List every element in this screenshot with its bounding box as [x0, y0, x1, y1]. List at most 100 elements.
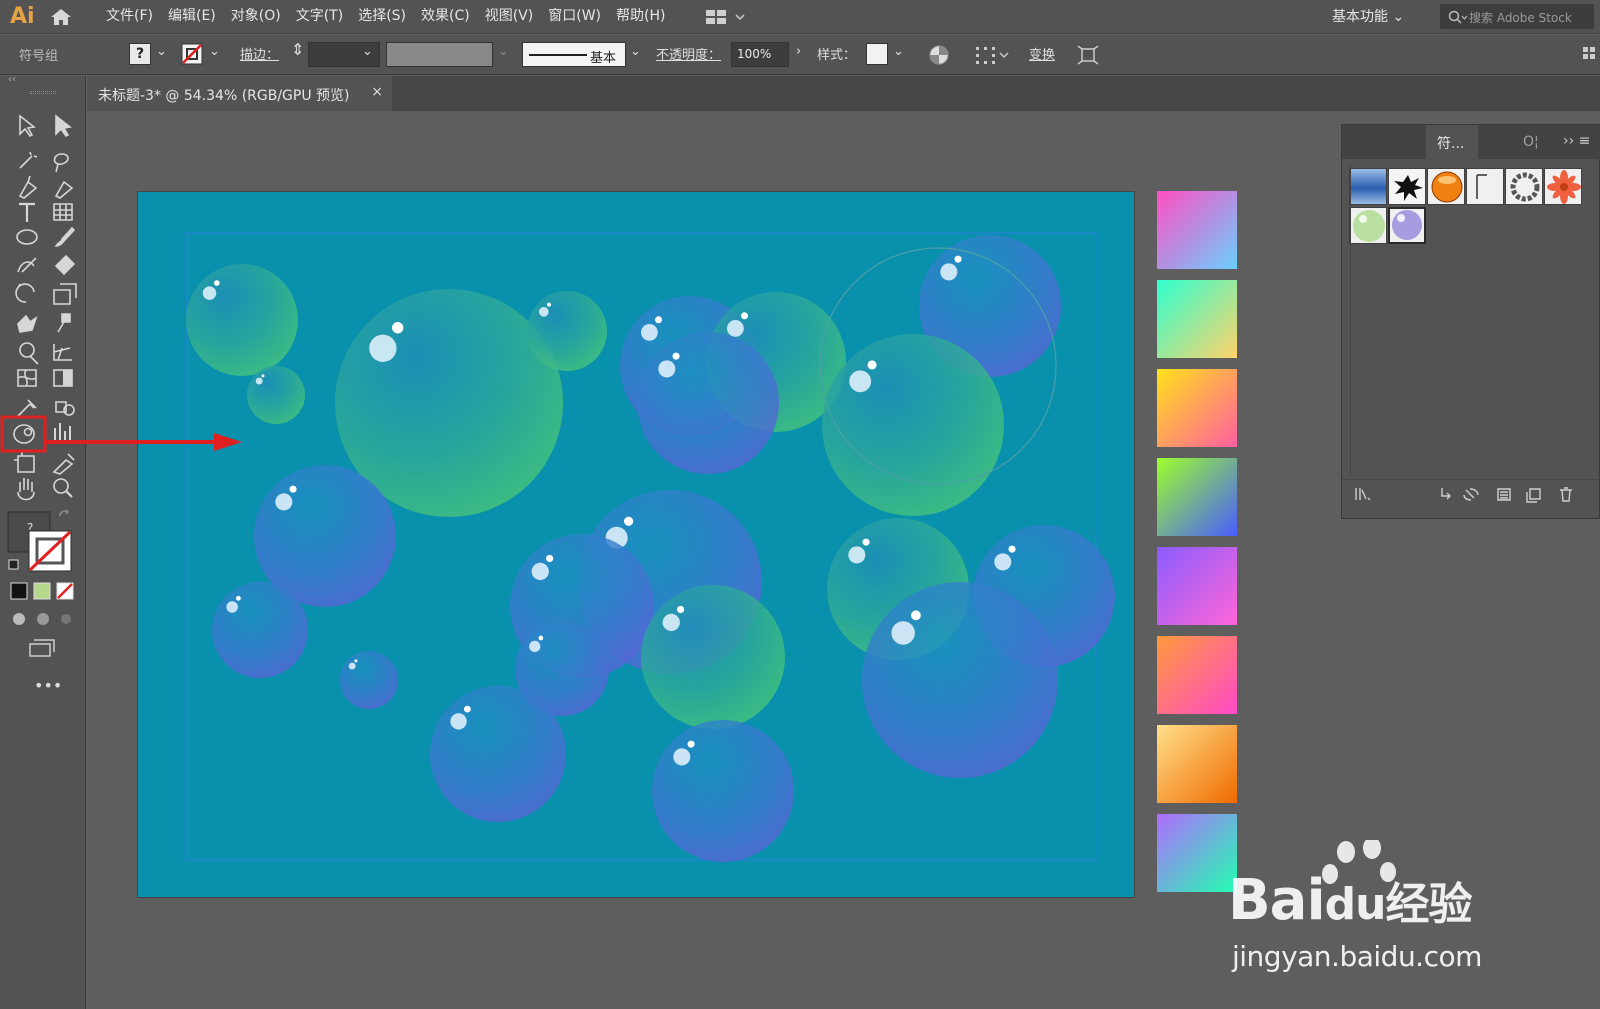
gradient-swatch-3[interactable] [1157, 369, 1237, 447]
symbol-set[interactable] [186, 235, 1115, 862]
menu-view[interactable]: 视图(V) [485, 7, 534, 25]
bubble-symbol-instance[interactable] [186, 264, 298, 376]
chevron-down-icon[interactable]: ⌄ [630, 44, 641, 59]
panel-menu-icon[interactable]: ›› ≡ [1563, 133, 1590, 149]
stroke-stepper-icon[interactable]: ⇕ [291, 40, 304, 59]
bubble-symbol-instance[interactable] [527, 291, 607, 371]
menu-object[interactable]: 对象(O) [231, 7, 281, 25]
warp-tool-icon[interactable] [17, 314, 38, 333]
panel-menu-icon[interactable] [1583, 47, 1597, 63]
bubble-symbol-instance[interactable] [247, 366, 305, 424]
isolate-object-icon[interactable] [1077, 45, 1099, 65]
ellipse-tool-icon[interactable] [16, 229, 38, 245]
puppet-warp-tool-icon[interactable] [57, 313, 71, 333]
gradient-swatch-7[interactable] [1157, 725, 1237, 803]
menu-window[interactable]: 窗口(W) [548, 7, 601, 25]
stroke-none-icon[interactable] [181, 43, 203, 65]
symbol-purple-bubble-selected[interactable] [1388, 207, 1426, 244]
gradient-mode-icon[interactable] [33, 582, 51, 600]
delete-symbol-icon[interactable] [1560, 487, 1572, 502]
new-symbol-icon[interactable] [1526, 488, 1541, 503]
menu-select[interactable]: 选择(S) [358, 7, 406, 25]
hand-tool-icon[interactable] [17, 478, 35, 501]
symbol-green-bubble[interactable] [1349, 207, 1387, 244]
menu-effect[interactable]: 效果(C) [421, 7, 470, 25]
menu-edit[interactable]: 编辑(E) [168, 7, 216, 25]
eyedropper-tool-icon[interactable] [17, 399, 37, 417]
menu-type[interactable]: 文字(T) [296, 7, 343, 25]
eraser-tool-icon[interactable] [54, 254, 76, 276]
recolor-artwork-icon[interactable] [928, 44, 950, 66]
direct-selection-tool-icon[interactable] [55, 114, 72, 138]
scale-tool-icon[interactable] [53, 283, 77, 305]
rotate-tool-icon[interactable] [15, 283, 35, 303]
curvature-tool-icon[interactable] [54, 180, 74, 199]
chevron-right-icon[interactable]: › [796, 44, 801, 59]
symbol-ink-splat[interactable] [1388, 168, 1426, 205]
gradient-swatch-6[interactable] [1157, 636, 1237, 714]
chevron-down-icon[interactable]: ⌄ [893, 44, 904, 59]
document-tab[interactable]: 未标题-3* @ 54.34% (RGB/GPU 预览) × [87, 76, 392, 111]
default-fill-stroke-icon[interactable] [8, 559, 19, 570]
color-mode-icon[interactable] [10, 582, 28, 600]
pen-tool-icon[interactable] [18, 175, 38, 199]
menu-file[interactable]: 文件(F) [106, 7, 153, 25]
more-tools-icon[interactable]: ••• [34, 676, 62, 695]
symbol-libraries-icon[interactable] [1355, 488, 1371, 501]
gradient-swatch-2[interactable] [1157, 280, 1237, 358]
opacity-label[interactable]: 不透明度： [656, 44, 721, 63]
opacity-field[interactable]: 100% [731, 42, 789, 67]
artboard-tool-icon[interactable] [14, 452, 35, 473]
lasso-tool-icon[interactable] [53, 153, 69, 173]
chart-grid-tool-icon[interactable] [53, 203, 73, 221]
bubble-symbol-instance[interactable] [212, 582, 308, 678]
variable-width-profile[interactable] [386, 42, 493, 67]
tab-symbols[interactable]: 符... [1426, 125, 1478, 159]
symbol-bracket[interactable] [1466, 168, 1504, 205]
bubble-symbol-instance[interactable] [430, 686, 566, 822]
bubble-artwork[interactable] [138, 192, 1135, 898]
gradient-swatch-8[interactable] [1157, 814, 1237, 892]
close-icon[interactable]: × [371, 84, 383, 100]
symbol-blue-banner[interactable] [1349, 168, 1387, 205]
selection-tool-icon[interactable] [19, 114, 36, 138]
bubble-symbol-instance[interactable] [340, 651, 398, 709]
symbol-flower[interactable] [1544, 168, 1582, 205]
slice-tool-icon[interactable] [52, 453, 75, 475]
place-symbol-icon[interactable] [1441, 488, 1451, 500]
shaper-tool-icon[interactable] [17, 257, 37, 273]
artboard[interactable] [137, 191, 1135, 898]
home-icon[interactable] [50, 8, 72, 26]
arrange-documents-icon[interactable] [706, 9, 746, 25]
swap-fill-stroke-icon[interactable] [59, 509, 70, 517]
chevron-down-icon[interactable]: ⌄ [156, 44, 167, 59]
symbol-ring[interactable] [1505, 168, 1543, 205]
chevron-down-icon[interactable]: ⌄ [362, 44, 373, 59]
symbol-options-icon[interactable] [1497, 488, 1511, 501]
paintbrush-tool-icon[interactable] [54, 226, 76, 247]
bubble-symbol-instance[interactable] [822, 334, 1004, 516]
chevron-down-icon[interactable]: ⌄ [209, 44, 220, 59]
tab-other[interactable]: O¦ [1523, 134, 1539, 150]
stroke-label[interactable]: 描边： [240, 44, 279, 63]
transform-label[interactable]: 变换 [1029, 44, 1055, 63]
bubble-symbol-instance[interactable] [637, 332, 779, 474]
brush-definition-field[interactable]: 基本 [522, 42, 626, 67]
perspective-grid-tool-icon[interactable] [53, 344, 72, 361]
gradient-swatch-4[interactable] [1157, 458, 1237, 536]
bubble-symbol-instance[interactable] [652, 720, 794, 862]
magic-wand-tool-icon[interactable] [19, 151, 38, 169]
zoom-tool-icon[interactable] [53, 478, 69, 494]
workspace-switcher[interactable]: 基本功能 ⌄ [1332, 6, 1404, 26]
gradient-swatch-5[interactable] [1157, 547, 1237, 625]
graphic-style-swatch[interactable] [866, 43, 888, 65]
symbol-orange-ball[interactable] [1427, 168, 1465, 205]
stock-search-input[interactable]: 搜索 Adobe Stock [1440, 4, 1594, 29]
gradient-swatch-1[interactable] [1157, 191, 1237, 269]
mesh-tool-icon[interactable] [17, 369, 37, 387]
break-link-icon[interactable] [1463, 488, 1479, 501]
bubble-symbol-instance[interactable] [862, 582, 1058, 778]
fill-swatch-unknown-icon[interactable]: ? [129, 43, 151, 65]
align-grid-icon[interactable] [976, 45, 1010, 65]
bubble-symbol-instance[interactable] [641, 585, 785, 729]
